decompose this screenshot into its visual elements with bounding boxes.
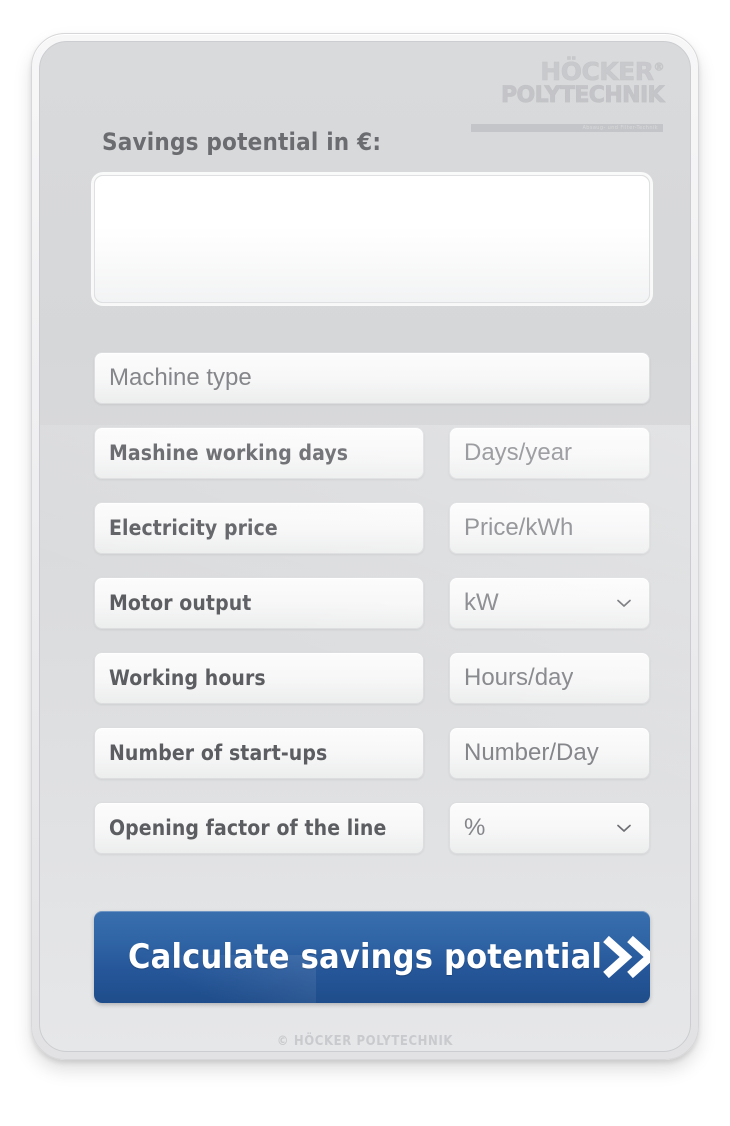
logo-word-polytechnik: POLYTECHNIK — [501, 82, 665, 108]
unit-placeholder-text: Number/Day — [464, 739, 599, 766]
label-number-of-start-ups: Number of start-ups — [94, 727, 424, 779]
unit-placeholder-text: Price/kWh — [464, 514, 574, 541]
form-row-working-hours: Working hours Hours/day — [94, 652, 650, 704]
select-opening-factor-unit[interactable]: % — [449, 802, 650, 854]
field-label-text: Mashine working days — [109, 441, 349, 465]
unit-selected-value: kW — [464, 589, 499, 616]
form-row-working-days: Mashine working days Days/year — [94, 427, 650, 479]
label-motor-output: Motor output — [94, 577, 424, 629]
input-mashine-working-days[interactable]: Days/year — [449, 427, 650, 479]
calculator-form: Machine type Mashine working days Days/y… — [94, 352, 650, 877]
field-label-text: Number of start-ups — [109, 741, 328, 765]
footer-copyright: © HÖCKER POLYTECHNIK — [276, 1034, 454, 1049]
field-label-text: Opening factor of the line — [109, 816, 387, 840]
app-frame: HÖCKER® POLYTECHNIK Absaug- und Filter-T… — [31, 33, 699, 1060]
machine-type-input[interactable]: Machine type — [94, 352, 650, 404]
machine-type-placeholder: Machine type — [109, 364, 252, 391]
field-label-text: Motor output — [109, 591, 252, 615]
form-row-machine-type: Machine type — [94, 352, 650, 404]
calculate-button-label: Calculate savings potential — [128, 937, 603, 977]
form-row-opening-factor: Opening factor of the line % — [94, 802, 650, 854]
label-opening-factor-of-the-line: Opening factor of the line — [94, 802, 424, 854]
unit-selected-value: % — [464, 814, 486, 841]
select-motor-output-unit[interactable]: kW — [449, 577, 650, 629]
logo-tagline: Absaug- und Filter-Technik — [582, 125, 658, 131]
savings-result-output[interactable] — [94, 175, 650, 303]
form-row-motor-output: Motor output kW — [94, 577, 650, 629]
field-label-text: Working hours — [109, 666, 266, 690]
logo-line-1: HÖCKER® — [501, 57, 665, 86]
registered-trademark-icon: ® — [653, 60, 665, 74]
unit-placeholder-text: Hours/day — [464, 664, 574, 691]
label-working-hours: Working hours — [94, 652, 424, 704]
form-row-start-ups: Number of start-ups Number/Day — [94, 727, 650, 779]
input-working-hours[interactable]: Hours/day — [449, 652, 650, 704]
field-label-text: Electricity price — [109, 516, 278, 540]
input-number-of-start-ups[interactable]: Number/Day — [449, 727, 650, 779]
form-row-electricity-price: Electricity price Price/kWh — [94, 502, 650, 554]
page-title: Savings potential in €: — [102, 128, 382, 156]
unit-placeholder-text: Days/year — [464, 439, 573, 466]
calculator-panel: HÖCKER® POLYTECHNIK Absaug- und Filter-T… — [39, 41, 691, 1052]
label-electricity-price: Electricity price — [94, 502, 424, 554]
logo-word-hoecker: HÖCKER — [540, 57, 654, 86]
input-electricity-price[interactable]: Price/kWh — [449, 502, 650, 554]
chevron-down-icon — [617, 824, 631, 832]
chevron-down-icon — [617, 599, 631, 607]
double-chevron-right-icon — [603, 935, 650, 979]
calculate-savings-potential-button[interactable]: Calculate savings potential — [94, 911, 650, 1003]
label-mashine-working-days: Mashine working days — [94, 427, 424, 479]
hoecker-polytechnik-logo: HÖCKER® POLYTECHNIK — [501, 57, 665, 108]
brand-header: HÖCKER® POLYTECHNIK Absaug- und Filter-T… — [434, 54, 665, 140]
